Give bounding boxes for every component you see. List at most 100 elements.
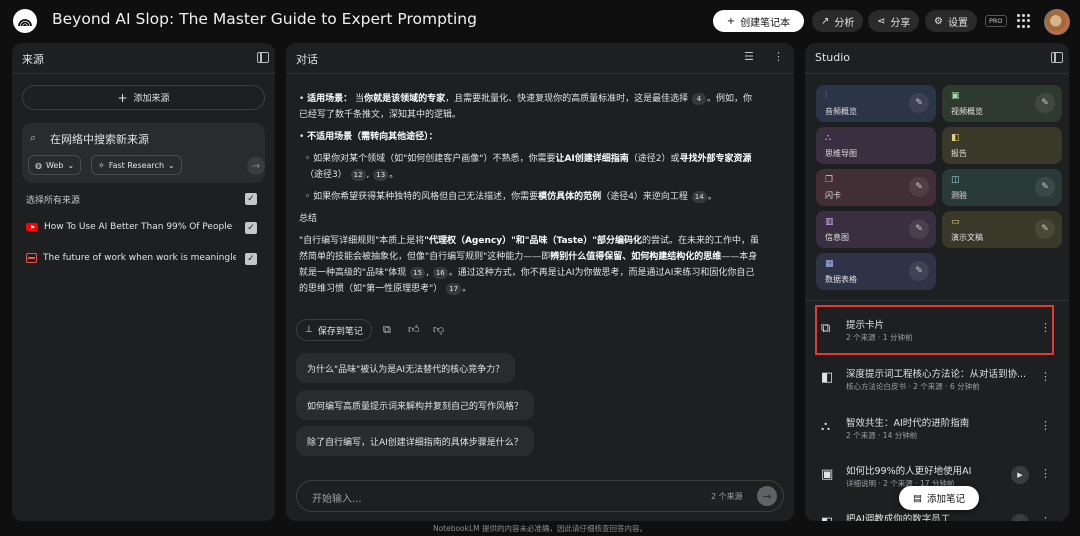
document-icon: [26, 253, 37, 263]
more-vert-icon[interactable]: ⋮: [1040, 419, 1051, 432]
web-label: Web: [45, 160, 64, 170]
more-vert-icon[interactable]: ⋮: [1040, 515, 1051, 521]
citation-chip[interactable]: 12: [350, 169, 366, 181]
divider: [12, 73, 275, 74]
suggested-question[interactable]: 如何编写高质量提示词来解构并复刻自己的写作风格？: [296, 390, 535, 420]
add-note-button[interactable]: ▤ 添加笔记: [899, 486, 979, 510]
edit-icon[interactable]: ✎: [909, 93, 929, 113]
flashcard-icon: ❐: [825, 175, 834, 185]
analyze-button[interactable]: ↗ 分析: [812, 10, 864, 32]
edit-icon[interactable]: ✎: [1035, 219, 1055, 239]
more-vert-icon[interactable]: ⋮: [773, 50, 784, 63]
web-dropdown[interactable]: ◍ Web ⌄: [28, 155, 82, 175]
add-source-label: 添加来源: [133, 94, 170, 104]
apps-grid-icon[interactable]: [1017, 14, 1031, 28]
footer-disclaimer: NotebookLM 提供的内容未必准确，因此请仔细核查回答内容。: [432, 524, 648, 533]
play-icon[interactable]: ▶: [1011, 466, 1029, 484]
tile-label: 数据表格: [825, 275, 857, 284]
sparkle-search-icon: ✧: [98, 160, 105, 170]
search-input[interactable]: 在网络中搜索新来源: [50, 131, 149, 147]
note-title: 智效共生：AI时代的进阶指南: [846, 418, 970, 429]
tile-mind-map[interactable]: ⛬ 思维导图: [816, 127, 936, 164]
note-item[interactable]: ◧ 深度提示词工程核心方法论：从对话到协... 核心方法论白皮书 · 2 个来源…: [805, 358, 1069, 402]
note-meta: 2 个来源 · 14 分钟前: [846, 431, 918, 440]
share-icon: ⋖: [877, 15, 886, 27]
source-label: How To Use AI Better Than 99% Of People …: [44, 222, 236, 232]
sources-panel: 来源 + 添加来源 ⌕ 在网络中搜索新来源 ◍ Web ⌄ ✧ Fast Res…: [12, 43, 275, 521]
citation-chip[interactable]: 13: [373, 169, 389, 181]
pro-badge: PRO: [985, 15, 1007, 27]
edit-icon[interactable]: ✎: [909, 177, 929, 197]
notebook-title[interactable]: Beyond AI Slop: The Master Guide to Expe…: [52, 10, 477, 28]
plus-icon: +: [117, 90, 128, 105]
gear-icon: ⚙: [934, 15, 943, 27]
note-title: 深度提示词工程核心方法论：从对话到协...: [846, 369, 1026, 380]
copy-icon[interactable]: ⧉: [383, 323, 391, 337]
suggested-question[interactable]: 除了自行编写，让AI创建详细指南的具体步骤是什么？: [296, 426, 534, 456]
collapse-panel-icon[interactable]: [1051, 52, 1063, 63]
source-checkbox[interactable]: ✓: [245, 253, 257, 265]
tile-quiz[interactable]: ◫ 测验 ✎: [942, 169, 1062, 206]
research-label: Fast Research: [108, 160, 165, 170]
citation-chip[interactable]: 4: [691, 93, 706, 105]
edit-icon[interactable]: ✎: [1035, 93, 1055, 113]
tile-video-overview[interactable]: ▣ 视频概览 ✎: [942, 85, 1062, 122]
source-item[interactable]: How To Use AI Better Than 99% Of People …: [26, 222, 236, 232]
video-icon: ▣: [951, 91, 960, 101]
research-mode-dropdown[interactable]: ✧ Fast Research ⌄: [91, 155, 182, 175]
settings-button[interactable]: ⚙ 设置: [925, 10, 977, 32]
thumbs-up-icon[interactable]: 👍︎: [408, 323, 420, 336]
chat-response: • 适用场景： 当你就是该领域的专家，且需要批量化、快速复现你的高质量标准时，这…: [299, 91, 759, 303]
citation-chip[interactable]: 15: [410, 267, 426, 279]
response-paragraph: ◦ 如果你希望获得某种独特的风格但自己无法描述，你需要模仿具体的范例（途径4）来…: [305, 191, 717, 203]
note-icon: ▤: [913, 492, 922, 504]
share-button[interactable]: ⋖ 分享: [868, 10, 920, 32]
thumbs-down-icon[interactable]: 👎︎: [433, 323, 444, 336]
chat-input[interactable]: 开始输入... 2 个来源 →: [296, 480, 784, 512]
save-to-note-button[interactable]: ⊥ 保存到笔记: [296, 319, 372, 341]
tune-icon[interactable]: ☰: [744, 50, 754, 63]
tile-data-table[interactable]: ▦ 数据表格 ✎: [816, 253, 936, 290]
divider: [805, 300, 1069, 301]
edit-icon[interactable]: ✎: [1035, 177, 1055, 197]
web-search-box: ⌕ 在网络中搜索新来源 ◍ Web ⌄ ✧ Fast Research ⌄ →: [22, 123, 265, 183]
citation-chip[interactable]: 14: [691, 191, 707, 203]
tile-infographic[interactable]: ▥ 信息图 ✎: [816, 211, 936, 248]
report-icon: ◧: [951, 133, 960, 143]
tile-label: 思维导图: [825, 149, 857, 158]
tile-audio-overview[interactable]: ⫶ 音频概览 ✎: [816, 85, 936, 122]
tile-label: 报告: [951, 149, 967, 158]
more-vert-icon[interactable]: ⋮: [1040, 467, 1051, 480]
edit-icon[interactable]: ✎: [909, 219, 929, 239]
response-paragraph: "自行编写详细规则"本质上是将"代理权（Agency）"和"品味（Taste）"…: [299, 236, 759, 295]
source-label: The future of work when work is meaningl…: [43, 253, 236, 263]
select-all-checkbox[interactable]: ✓: [245, 193, 257, 205]
tile-label: 演示文稿: [951, 233, 983, 242]
tile-flashcards[interactable]: ❐ 闪卡 ✎: [816, 169, 936, 206]
tile-slides[interactable]: ▭ 演示文稿 ✎: [942, 211, 1062, 248]
add-source-button[interactable]: + 添加来源: [22, 85, 265, 110]
notebooklm-logo-icon[interactable]: [13, 9, 37, 33]
citation-chip[interactable]: 17: [446, 283, 462, 295]
source-checkbox[interactable]: ✓: [245, 222, 257, 234]
create-notebook-button[interactable]: + 创建笔记本: [713, 10, 804, 32]
collapse-panel-icon[interactable]: [257, 52, 269, 63]
edit-icon[interactable]: ✎: [909, 261, 929, 281]
source-count: 2 个来源: [711, 492, 743, 501]
response-paragraph: • 适用场景： 当你就是该领域的专家，且需要批量化、快速复现你的高质量标准时，这…: [299, 93, 752, 120]
studio-panel: Studio ⫶ 音频概览 ✎ ▣ 视频概览 ✎ ⛬ 思维导图 ◧ 报告 ❐ 闪…: [805, 43, 1069, 521]
citation-chip[interactable]: 16: [432, 267, 448, 279]
mindmap-icon: ⛬: [825, 133, 832, 143]
avatar[interactable]: [1044, 9, 1070, 35]
search-submit-button[interactable]: →: [247, 157, 265, 175]
suggested-question[interactable]: 为什么"品味"被认为是AI无法替代的核心竞争力？: [296, 353, 516, 383]
table-icon: ▦: [825, 259, 834, 269]
divider: [286, 73, 794, 74]
tile-report[interactable]: ◧ 报告: [942, 127, 1062, 164]
note-item[interactable]: ⛬ 智效共生：AI时代的进阶指南 2 个来源 · 14 分钟前 ⋮: [805, 407, 1069, 451]
source-item[interactable]: The future of work when work is meaningl…: [26, 253, 236, 263]
chevron-down-icon: ⌄: [67, 160, 75, 170]
more-vert-icon[interactable]: ⋮: [1040, 370, 1051, 383]
send-button[interactable]: →: [757, 486, 777, 506]
play-icon[interactable]: ▶: [1011, 514, 1029, 521]
